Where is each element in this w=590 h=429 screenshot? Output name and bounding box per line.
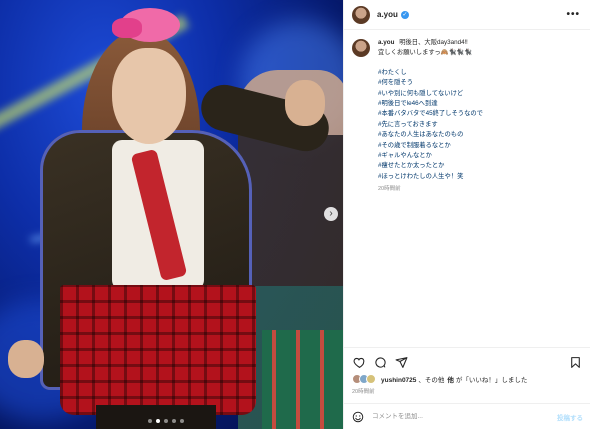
hashtag-link[interactable]: #いや別に何も隠してないけど (378, 89, 483, 99)
plaid-skirt (60, 285, 256, 415)
likes-others-link[interactable]: 他 (447, 377, 454, 384)
performer-hand (285, 80, 325, 126)
post-detail-panel: a.you ✓ ••• a.you 明後日、大阪day3and4‼︎ 宜しくお願… (343, 0, 590, 429)
hashtag-link[interactable]: #あなたの人生はあなたのもの (378, 130, 483, 140)
hashtag-link[interactable]: #ギャルやんなとか (378, 151, 483, 161)
liker-username[interactable]: yushin0725 (381, 377, 416, 384)
carousel-next-button[interactable]: › (324, 207, 338, 221)
performer-face (112, 48, 186, 144)
carousel-dot (156, 419, 160, 423)
share-button[interactable] (394, 355, 408, 369)
liker-avatars (352, 374, 376, 384)
share-icon (395, 356, 407, 368)
comment-icon (374, 356, 386, 368)
comment-button[interactable] (373, 355, 387, 369)
hashtag-link[interactable]: #本番バタバタで45終了しそうなので (378, 109, 483, 119)
hashtag-link[interactable]: #痩せたとか太ったとか (378, 161, 483, 171)
post-comment-button[interactable]: 投稿する (557, 412, 583, 422)
avatar (366, 374, 376, 384)
caption-timestamp: 20時間前 (378, 186, 401, 193)
bookmark-icon (570, 356, 580, 368)
more-options-icon[interactable]: ••• (566, 9, 580, 20)
comment-input[interactable] (372, 413, 557, 420)
hashtag-link[interactable]: #先に言っておきます (378, 120, 483, 130)
carousel-dot (148, 419, 152, 423)
avatar[interactable] (352, 5, 370, 24)
caption-area: a.you 明後日、大阪day3and4‼︎ 宜しくお願いしますっ🙈🐈‍⬛🐈‍⬛… (344, 30, 590, 347)
carousel-dot (180, 419, 184, 423)
chevron-right-icon: › (329, 208, 333, 219)
post-timestamp: 20時間前 (352, 389, 375, 395)
caption-body: a.you 明後日、大阪day3and4‼︎ 宜しくお願いしますっ🙈🐈‍⬛🐈‍⬛… (378, 38, 483, 195)
caption-username[interactable]: a.you (378, 39, 394, 46)
username-link[interactable]: a.you (377, 10, 398, 19)
pink-bow (112, 18, 142, 38)
comment-bar: 投稿する (344, 403, 590, 429)
caption-intro: 明後日、大阪day3and4‼︎ (399, 39, 468, 46)
caption-line: 宜しくお願いしますっ🙈🐈‍⬛🐈‍⬛🐈‍⬛ (378, 49, 473, 57)
post-photo[interactable]: › (0, 0, 343, 429)
avatar[interactable] (352, 39, 370, 57)
hashtag-link[interactable]: #ほっとけわたしの人生や！笑 (378, 172, 483, 182)
post-header: a.you ✓ ••• (344, 0, 590, 30)
carousel-indicator (148, 419, 184, 423)
hashtag-link[interactable]: #その歳で制服着るなとか (378, 141, 483, 151)
caption: a.you 明後日、大阪day3and4‼︎ 宜しくお願いしますっ🙈🐈‍⬛🐈‍⬛… (352, 38, 582, 195)
performer-legs (96, 405, 216, 429)
action-bar (344, 348, 590, 372)
emoji-icon[interactable] (352, 411, 364, 423)
save-button[interactable] (568, 355, 582, 369)
likes-text-after: が「いいね！」しました (455, 377, 528, 384)
carousel-dot (164, 419, 168, 423)
performer-hand (8, 340, 44, 378)
verified-badge-icon: ✓ (400, 10, 409, 19)
hashtag-list: #わたくし #何を隠そう #いや別に何も隠してないけど #明後日でle46へ到達 #本番… (378, 68, 483, 182)
hashtag-link[interactable]: #何を隠そう (378, 78, 483, 88)
carousel-dot (172, 419, 176, 423)
like-button[interactable] (352, 355, 366, 369)
likes-summary: yushin0725 、その他他が「いいね！」しました (344, 372, 590, 384)
heart-icon (353, 357, 364, 368)
background-performer-skirt (262, 330, 343, 429)
likes-text-before: 、その他 (418, 377, 445, 384)
hashtag-link[interactable]: #明後日でle46へ到達 (378, 99, 483, 109)
hashtag-link[interactable]: #わたくし (378, 68, 483, 78)
